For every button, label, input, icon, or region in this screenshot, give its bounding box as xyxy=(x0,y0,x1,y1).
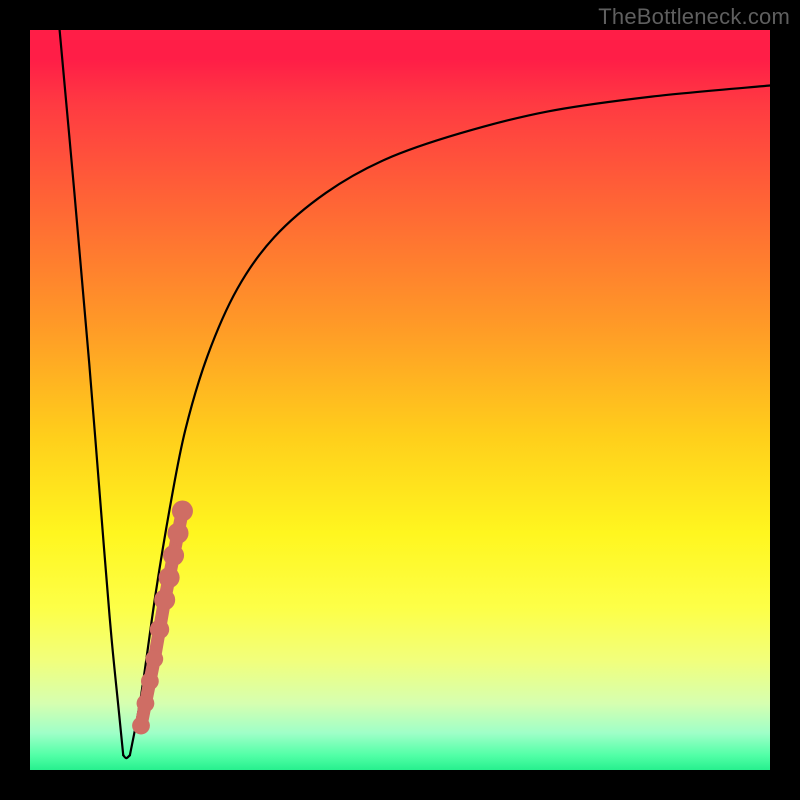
marker-dot xyxy=(167,523,188,544)
chart-svg xyxy=(30,30,770,770)
plot-area xyxy=(30,30,770,770)
watermark-text: TheBottleneck.com xyxy=(598,4,790,30)
marker-dot xyxy=(154,589,175,610)
marker-dot xyxy=(141,672,159,690)
marker-dot xyxy=(145,650,163,668)
chart-frame: TheBottleneck.com xyxy=(0,0,800,800)
marker-dot xyxy=(172,500,193,521)
marker-dot xyxy=(132,717,150,735)
left-descent-line xyxy=(60,30,124,755)
marker-dot xyxy=(159,567,180,588)
marker-dot xyxy=(163,545,184,566)
marker-dot xyxy=(137,695,155,713)
highlighted-segment xyxy=(132,500,193,734)
marker-dot xyxy=(150,620,169,639)
right-ascent-line xyxy=(130,86,770,756)
